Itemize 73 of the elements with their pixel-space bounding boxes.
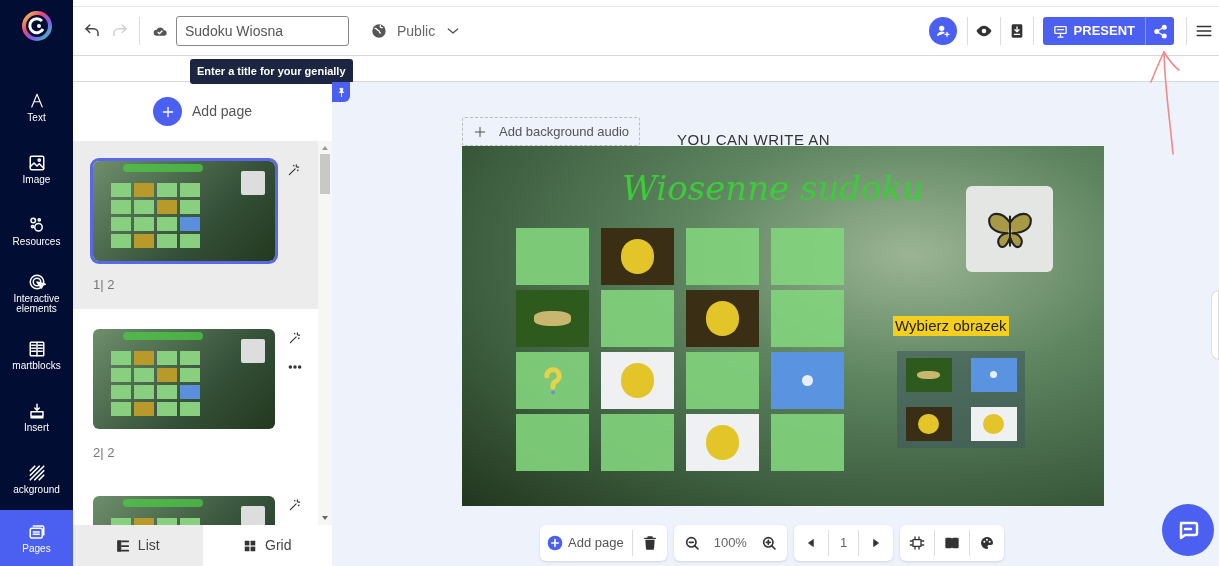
photo-placeholder[interactable] [970,407,1017,442]
palette-icon[interactable] [979,535,996,551]
circles-icon [27,215,46,234]
pin-tab[interactable] [332,82,350,102]
sidebar-item[interactable]: Insert [0,386,73,448]
fit-frame-icon[interactable] [909,535,926,551]
visibility-dropdown[interactable]: Public [397,20,462,42]
stripes-icon [27,463,46,482]
projector-icon [1052,23,1068,39]
split-view-icon[interactable] [944,535,961,551]
answer-tile[interactable] [601,290,674,347]
answer-tile[interactable] [686,352,759,409]
slide-title: Wiosenne sudoku [622,167,925,210]
add-page-button[interactable]: Add page [153,97,252,126]
plus-icon [473,124,487,139]
grid-icon [243,538,257,553]
zoom-in-icon[interactable] [760,535,777,551]
scrollbar[interactable] [318,141,332,525]
answer-tile[interactable] [771,414,844,471]
logo-icon[interactable] [21,11,52,41]
chat-button[interactable] [1162,504,1214,556]
answer-tile[interactable] [771,290,844,347]
next-icon[interactable] [871,538,882,548]
plus-circle-icon [547,535,563,551]
share-button[interactable] [1145,17,1174,45]
sidebar-item[interactable]: Interactive elements [0,262,73,324]
page-indicator: 1 [838,534,849,553]
page-number: 1| 2 [93,276,115,294]
image-icon [27,153,46,172]
photo-placeholder[interactable] [601,228,674,285]
answer-tile[interactable] [686,228,759,285]
page-number: 2| 2 [93,443,115,462]
answer-tile[interactable] [601,414,674,471]
answer-tile[interactable] [516,414,589,471]
caption-text: YOU CAN WRITE AN [677,133,831,147]
view-tab[interactable]: List [73,525,203,566]
insert-icon [27,401,46,420]
photo-placeholder[interactable] [905,407,952,442]
photo-placeholder[interactable] [970,357,1017,392]
sidebar-item[interactable]: martblocks [0,324,73,386]
question-tile[interactable] [516,352,589,409]
list-icon [115,538,130,553]
previous-icon[interactable] [805,538,816,548]
tooltip: Enter a title for your genially [190,59,353,84]
magic-wand-icon[interactable] [287,163,301,177]
instruction-label: Wybierz obrazek [893,316,1009,336]
add-collaborator-button[interactable] [928,17,957,45]
photo-placeholder[interactable] [686,290,759,347]
magic-wand-icon[interactable] [288,498,302,512]
person-plus-icon [934,23,951,39]
present-button[interactable]: PRESENT [1042,17,1145,45]
answer-tile[interactable] [771,228,844,285]
page-item[interactable]: 1| 2 [73,141,318,309]
photo-placeholder[interactable] [905,357,952,392]
zoom-level: 100% [713,534,747,553]
zoom-out-icon[interactable] [683,535,700,551]
answer-tile[interactable] [516,228,589,285]
magic-wand-icon[interactable] [288,330,302,345]
blocks-icon [27,339,46,358]
sidebar-item[interactable]: ackground [0,448,73,510]
sidebar-item[interactable]: Text [0,76,73,138]
sidebar-item[interactable]: Image [0,138,73,200]
sidebar-item[interactable]: Resources [0,200,73,262]
pages-icon [27,522,46,541]
title-field[interactable]: Sudoku Wiosna [176,16,349,46]
trash-icon[interactable] [641,535,658,551]
slide-thumbnail[interactable] [93,328,275,429]
cursor-icon [27,272,46,291]
sidebar-item[interactable]: Pages [0,510,73,566]
photo-placeholder[interactable] [516,290,589,347]
side-panel-handle[interactable] [1211,290,1219,360]
share-icon [1152,23,1168,39]
slide-thumbnail[interactable] [93,161,275,261]
